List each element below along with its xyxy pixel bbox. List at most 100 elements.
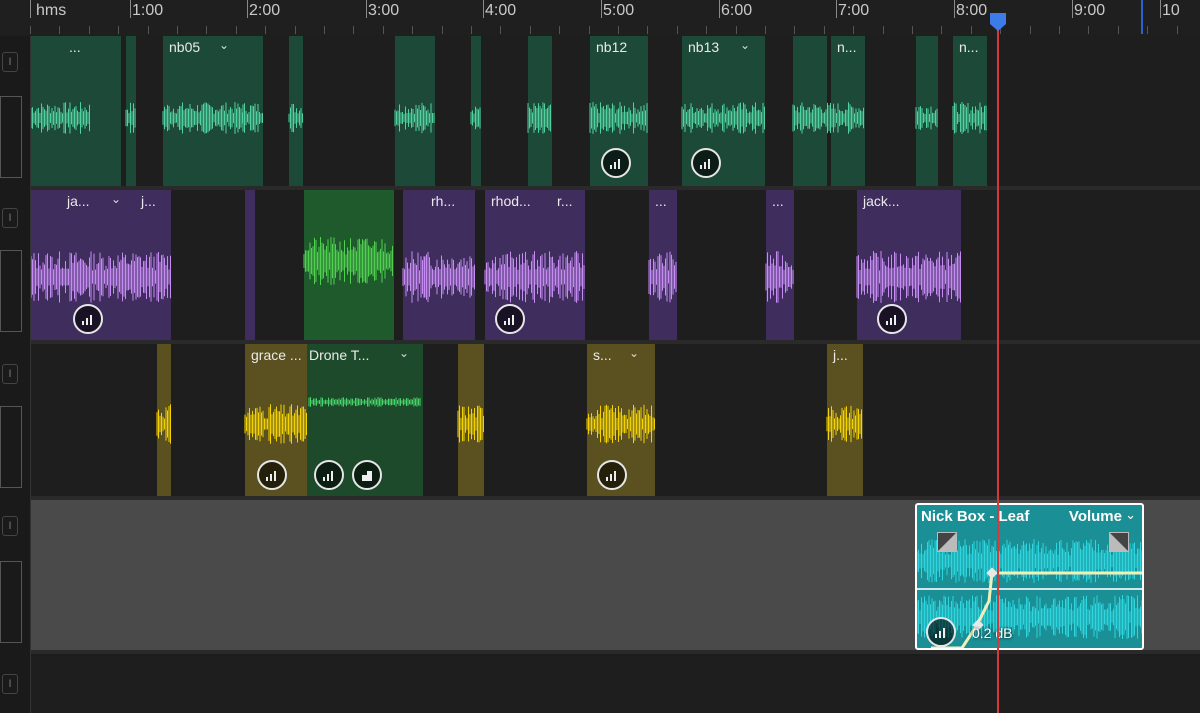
time-ruler[interactable]: hms 1:00 2:00 3:00 4:00 5:00 6:00 7:00 8… — [0, 0, 1200, 37]
ruler-label-5: 5:00 — [603, 2, 635, 19]
ruler-format-label: hms — [36, 2, 67, 19]
ruler-label-7: 7:00 — [838, 2, 870, 19]
audio-track-2[interactable]: ja... ⌄ j... rh... rhod... r... ... ... … — [31, 190, 1200, 344]
ruler-minor-tick — [677, 26, 678, 34]
chevron-down-icon[interactable]: ⌄ — [740, 38, 750, 52]
track1-input-toggle[interactable]: I — [2, 52, 18, 72]
track4-input-toggle[interactable]: I — [2, 516, 18, 536]
track3-input-toggle[interactable]: I — [2, 364, 18, 384]
playhead-marker-icon[interactable] — [989, 12, 1007, 32]
ruler-minor-tick — [912, 26, 913, 34]
selected-clip-nick-box-leaf[interactable]: Nick Box - Leaf Volume ⌄ 0.2 dB — [915, 503, 1144, 650]
fade-handle-icon[interactable] — [1109, 532, 1129, 552]
ruler-minor-tick — [1059, 26, 1060, 34]
ruler-minor-tick — [589, 26, 590, 34]
ruler-minor-tick — [618, 26, 619, 34]
clip-title: j... — [141, 193, 156, 209]
clip-title: ja... — [67, 193, 90, 209]
ruler-minor-tick — [295, 26, 296, 34]
ruler-minor-tick — [706, 26, 707, 34]
ruler-minor-tick — [1118, 26, 1119, 34]
ruler-minor-tick — [265, 26, 266, 34]
ruler-minor-tick — [148, 26, 149, 34]
ruler-tick-3 — [366, 0, 367, 18]
audio-track-5[interactable] — [31, 656, 1200, 713]
ruler-label-3: 3:00 — [368, 2, 400, 19]
ruler-tick-5 — [601, 0, 602, 18]
clip-radio-badge-icon[interactable] — [926, 617, 956, 647]
selected-clip-param[interactable]: Volume — [1069, 508, 1122, 525]
ruler-minor-tick — [559, 26, 560, 34]
clip-title: nb12 — [596, 39, 628, 55]
ruler-minor-tick — [59, 26, 60, 34]
ruler-label-9: 9:00 — [1074, 2, 1106, 19]
track5-input-toggle[interactable]: I — [2, 674, 18, 694]
ruler-minor-tick — [353, 26, 354, 34]
chevron-down-icon[interactable]: ⌄ — [399, 346, 409, 360]
chevron-down-icon[interactable]: ⌄ — [111, 192, 121, 206]
clip-radio-badge-icon[interactable] — [691, 148, 721, 178]
ruler-minor-tick — [471, 26, 472, 34]
track2-input-toggle[interactable]: I — [2, 208, 18, 228]
ruler-minor-tick — [824, 26, 825, 34]
clip-title: nb05 — [169, 39, 201, 55]
clip-title: rh... — [431, 193, 456, 209]
clip-radio-badge-icon[interactable] — [597, 460, 627, 490]
audio-track-1[interactable]: ... nb05 ⌄ nb12 nb13 ⌄ n... n... — [31, 36, 1200, 190]
clip-title: ... — [772, 193, 784, 209]
track3-header-panel[interactable] — [0, 406, 22, 488]
ruler-tick-7 — [836, 0, 837, 18]
chevron-down-icon[interactable]: ⌄ — [1125, 507, 1136, 523]
chevron-down-icon[interactable]: ⌄ — [219, 38, 229, 52]
clip-radio-badge-icon[interactable] — [314, 460, 344, 490]
clip-title: s... — [593, 347, 612, 363]
ruler-minor-tick — [236, 26, 237, 34]
ruler-tick-0 — [30, 0, 31, 18]
ruler-minor-tick — [1088, 26, 1089, 34]
audio-track-3[interactable]: grace ... Drone T... ⌄ s... ⌄ j... — [31, 344, 1200, 500]
track3-waveform — [156, 397, 862, 444]
volume-db-readout: 0.2 dB — [972, 625, 1013, 641]
track1-header-panel[interactable] — [0, 96, 22, 178]
track4-header-panel[interactable] — [0, 561, 22, 643]
ruler-tick-2 — [247, 0, 248, 18]
fade-handle-icon[interactable] — [937, 532, 957, 552]
ruler-minor-tick — [971, 26, 972, 34]
ruler-minor-tick — [853, 26, 854, 34]
clip-title: grace ... — [251, 347, 302, 363]
ruler-minor-tick — [883, 26, 884, 34]
ruler-minor-tick — [647, 26, 648, 34]
clip-title: n... — [959, 39, 979, 55]
clip-title: rhod... — [491, 193, 531, 209]
ruler-tick-8 — [954, 0, 955, 18]
ruler-minor-tick — [794, 26, 795, 34]
ruler-label-10: 10 — [1162, 2, 1180, 19]
ruler-minor-tick — [736, 26, 737, 34]
selected-clip-title: Nick Box - Leaf — [921, 508, 1030, 525]
in-point-marker[interactable] — [1141, 0, 1143, 34]
track-headers: I I I I I — [0, 36, 31, 713]
playhead-line[interactable] — [997, 14, 999, 713]
ruler-tick-6 — [719, 0, 720, 18]
clip-title: n... — [837, 39, 857, 55]
ruler-minor-tick — [89, 26, 90, 34]
track2-header-panel[interactable] — [0, 250, 22, 332]
track1-waveform — [31, 102, 987, 134]
clip-radio-badge-icon[interactable] — [73, 304, 103, 334]
clip-title: jack... — [863, 193, 900, 209]
clip-radio-badge-icon[interactable] — [257, 460, 287, 490]
ruler-minor-tick — [530, 26, 531, 34]
envelope-keyframe — [986, 567, 998, 579]
clip-fx-badge-icon[interactable] — [352, 460, 382, 490]
ruler-minor-tick — [118, 26, 119, 34]
ruler-minor-tick — [1030, 26, 1031, 34]
clip-radio-badge-icon[interactable] — [495, 304, 525, 334]
clip-radio-badge-icon[interactable] — [601, 148, 631, 178]
ruler-minor-tick — [1147, 26, 1148, 34]
clip-radio-badge-icon[interactable] — [877, 304, 907, 334]
ruler-tick-1 — [130, 0, 131, 18]
chevron-down-icon[interactable]: ⌄ — [629, 346, 639, 360]
ruler-minor-tick — [765, 26, 766, 34]
ruler-minor-tick — [324, 26, 325, 34]
ruler-tick-4 — [483, 0, 484, 18]
